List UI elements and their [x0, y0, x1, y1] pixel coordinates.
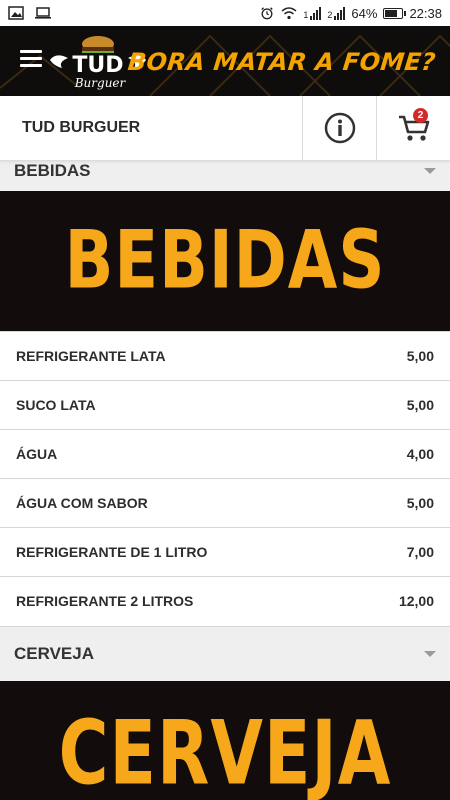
item-name: REFRIGERANTE 2 LITROS	[16, 593, 194, 609]
logo-main-text: TUD	[72, 53, 123, 78]
item-price: 5,00	[406, 495, 434, 511]
battery-percent: 64%	[351, 5, 378, 21]
info-icon	[324, 112, 355, 144]
category-banner-text: CERVEJA	[58, 703, 392, 800]
signal-label-1: 1	[303, 9, 309, 20]
item-name: SUCO LATA	[16, 397, 96, 413]
item-name: REFRIGERANTE LATA	[16, 348, 166, 364]
category-banner-cerveja: CERVEJA	[0, 681, 450, 800]
alarm-icon	[261, 7, 274, 20]
store-header: TUD BURGUER 2	[0, 95, 450, 161]
item-price: 12,00	[398, 593, 434, 609]
clock: 22:38	[409, 5, 442, 21]
list-item[interactable]: REFRIGERANTE DE 1 LITRO 7,00	[0, 527, 450, 576]
signal-icon-2: 2	[327, 6, 346, 20]
status-bar: 1 2 64% 22:38	[0, 0, 450, 26]
info-button[interactable]	[302, 95, 376, 161]
store-name: TUD BURGUER	[22, 119, 141, 136]
list-item[interactable]: SUCO LATA 5,00	[0, 380, 450, 429]
item-name: REFRIGERANTE DE 1 LITRO	[16, 544, 208, 560]
chevron-down-icon	[424, 167, 436, 174]
brand-banner: TUD Burguer BORA MATAR A FOME?	[0, 26, 450, 96]
item-price: 4,00	[406, 446, 434, 462]
slogan-text: BORA MATAR A FOME?	[127, 48, 438, 76]
category-header-cerveja[interactable]: CERVEJA	[0, 626, 450, 681]
list-item[interactable]: REFRIGERANTE LATA 5,00	[0, 331, 450, 380]
cart-button[interactable]: 2	[376, 95, 450, 161]
item-price: 5,00	[406, 348, 434, 364]
item-price: 5,00	[406, 397, 434, 413]
chevron-down-icon	[424, 651, 436, 657]
category-label: BEBIDAS	[14, 160, 91, 180]
item-name: ÁGUA COM SABOR	[16, 495, 148, 511]
battery-icon	[383, 7, 407, 19]
hamburger-menu-button[interactable]	[20, 50, 42, 68]
category-label: CERVEJA	[14, 644, 94, 663]
item-list-bebidas: REFRIGERANTE LATA 5,00 SUCO LATA 5,00 ÁG…	[0, 331, 450, 625]
category-banner-text: BEBIDAS	[64, 214, 386, 308]
signal-label-2: 2	[327, 9, 333, 20]
list-item[interactable]: REFRIGERANTE 2 LITROS 12,00	[0, 576, 450, 625]
logo-sub-text: Burguer	[74, 76, 127, 90]
list-item[interactable]: ÁGUA 4,00	[0, 429, 450, 478]
category-banner-bebidas: BEBIDAS	[0, 191, 450, 331]
wifi-icon	[281, 7, 297, 20]
list-item[interactable]: ÁGUA COM SABOR 5,00	[0, 478, 450, 527]
laptop-icon	[35, 7, 51, 19]
signal-icon-1: 1	[303, 6, 322, 20]
item-price: 7,00	[406, 544, 434, 560]
gallery-icon	[8, 6, 24, 20]
item-name: ÁGUA	[16, 446, 58, 462]
cart-count-badge: 2	[413, 107, 428, 123]
